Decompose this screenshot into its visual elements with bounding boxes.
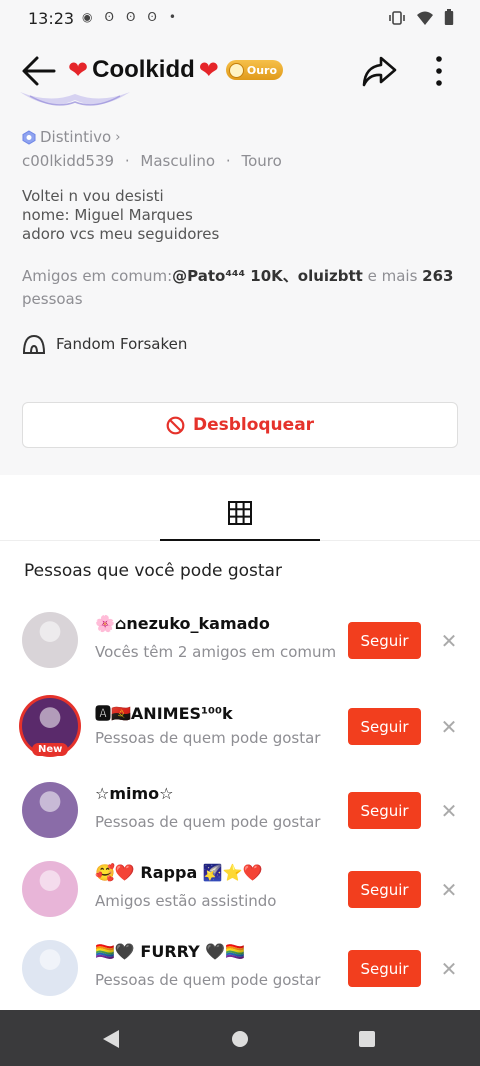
dismiss-icon[interactable]: ✕ [438,879,460,901]
suggestion-name[interactable]: ☆mimo☆ [95,784,174,803]
app-notification-icon: ʘ [147,10,157,24]
nav-recents-icon[interactable] [358,1030,376,1048]
badge-link[interactable]: Distintivo › [22,128,120,146]
bio-line: adoro vcs meu seguidores [22,225,220,243]
fandom-link[interactable]: Fandom Forsaken [22,333,187,355]
suggestion-row[interactable]: 🥰❤️ Rappa 🌠⭐❤️ Amigos estão assistindo Seg… [0,849,480,929]
notification-icons: ◉ ʘ ʘ ʘ • [82,10,176,24]
system-nav-bar [0,1010,480,1066]
suggestion-row[interactable]: 🌸⌂nezuko_kamado Vocês têm 2 amigos em com… [0,600,480,680]
bio-line: nome: Miguel Marques [22,206,193,224]
more-notifications-icon: • [168,10,176,24]
heart-icon: ❤ [68,56,89,84]
arrow-left-icon [22,56,56,86]
suggestion-subtitle: Pessoas de quem pode gostar [95,971,321,989]
heart-icon: ❤ [198,56,219,84]
gold-badge[interactable]: Ouro [225,60,284,80]
share-button[interactable] [360,52,398,90]
user-avatar[interactable] [22,940,78,996]
profile-tabs [0,487,480,541]
igloo-icon [22,334,46,354]
system-icons [388,9,454,26]
avatar-frame-decoration [20,92,130,106]
suggestions-title: Pessoas que você pode gostar [24,561,282,581]
gold-badge-label: Ouro [246,63,278,77]
mutual-names: @Pato⁴⁴⁴ 10K、oluizbtt [172,267,363,285]
suggestion-subtitle: Pessoas de quem pode gostar [95,729,321,747]
mutual-middle: e mais [362,267,423,285]
profile-name: Coolkidd [92,56,195,83]
badge-label: Distintivo [40,128,112,146]
nav-back-icon[interactable] [102,1029,120,1049]
username: c00lkidd539 [22,152,115,170]
suggestion-subtitle: Pessoas de quem pode gostar [95,813,321,831]
profile-title: ❤ Coolkidd ❤ Ouro [68,56,284,84]
back-button[interactable] [20,54,58,88]
mutual-friends[interactable]: Amigos em comum:@Pato⁴⁴⁴ 10K、oluizbtt e … [22,265,462,311]
dismiss-icon[interactable]: ✕ [438,630,460,652]
gender: Masculino [140,152,216,170]
follow-button[interactable]: Seguir [348,871,421,908]
separator: · [124,152,130,170]
dismiss-icon[interactable]: ✕ [438,800,460,822]
follow-button[interactable]: Seguir [348,950,421,987]
tab-posts-grid[interactable] [160,487,320,541]
wifi-icon [417,11,433,25]
unblock-label: Desbloquear [192,415,315,435]
bio-line: Voltei n vou desisti [22,187,164,205]
mutual-prefix: Amigos em comum: [22,267,173,285]
record-icon: ◉ [82,10,93,24]
follow-button[interactable]: Seguir [348,708,421,745]
unblock-button[interactable]: Desbloquear [22,402,458,448]
suggestion-row[interactable]: New 🅰🇦🇴ANIMES¹⁰⁰k Pessoas de quem pode gos… [0,686,480,766]
user-avatar[interactable] [22,612,78,668]
suggestion-name[interactable]: 🌸⌂nezuko_kamado [95,614,270,633]
suggestion-subtitle: Vocês têm 2 amigos em comum [95,643,337,661]
vibrate-icon [389,10,405,25]
status-time: 13:23 [28,9,75,28]
status-bar: 13:23 ◉ ʘ ʘ ʘ • [0,0,480,38]
user-avatar[interactable]: New [22,698,78,756]
chevron-right-icon: › [115,129,121,145]
follow-button[interactable]: Seguir [348,792,421,829]
battery-icon [444,9,454,25]
user-avatar[interactable] [22,782,78,838]
share-icon [362,56,397,87]
more-options-button[interactable] [425,52,453,90]
mutual-suffix: pessoas [22,290,83,308]
new-badge: New [32,743,69,756]
suggestion-name[interactable]: 🏳️‍🌈🖤 FURRY 🖤🏳️‍🌈 [95,942,245,961]
fandom-name: Fandom Forsaken [56,335,188,353]
suggestion-name[interactable]: 🥰❤️ Rappa 🌠⭐❤️ [95,863,263,882]
suggestion-subtitle: Amigos estão assistindo [95,892,277,910]
coin-icon [228,62,244,78]
dismiss-icon[interactable]: ✕ [438,958,460,980]
nav-home-icon[interactable] [231,1030,249,1048]
follow-button[interactable]: Seguir [348,622,421,659]
profile-meta: c00lkidd539 · Masculino · Touro [22,152,282,170]
dismiss-icon[interactable]: ✕ [438,716,460,738]
mutual-count: 263 [422,267,454,285]
separator: · [225,152,231,170]
zodiac-sign: Touro [241,152,282,170]
suggestion-row[interactable]: ☆mimo☆ Pessoas de quem pode gostar Seguir ✕ [0,770,480,850]
profile-bio: Voltei n vou desisti nome: Miguel Marque… [22,187,219,244]
block-icon [166,416,185,434]
suggestion-row[interactable]: 🏳️‍🌈🖤 FURRY 🖤🏳️‍🌈 Pessoas de quem pode go… [0,928,480,1008]
badge-hexagon-icon [22,129,36,145]
grid-icon [228,501,252,525]
more-vertical-icon [436,56,442,86]
app-notification-icon: ʘ [125,10,136,24]
suggestion-name[interactable]: 🅰🇦🇴ANIMES¹⁰⁰k [95,700,233,724]
app-notification-icon: ʘ [104,10,114,24]
user-avatar[interactable] [22,861,78,917]
